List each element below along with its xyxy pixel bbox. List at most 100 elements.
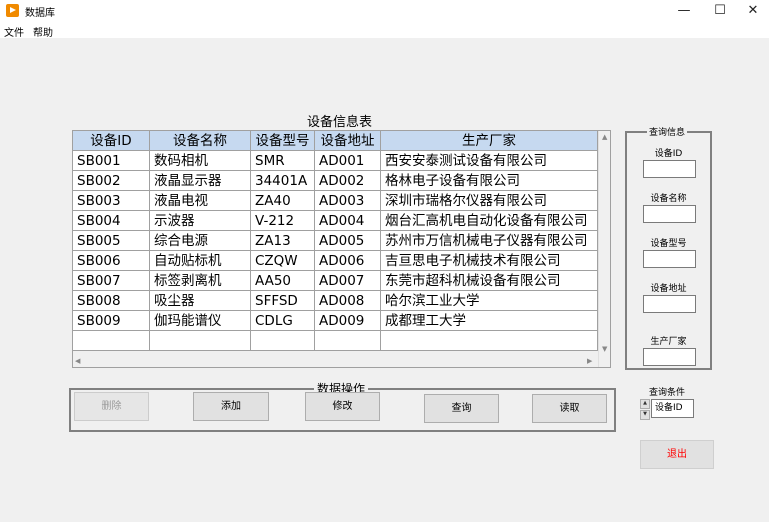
- column-header[interactable]: 设备型号: [251, 131, 315, 151]
- horizontal-scrollbar[interactable]: ◀ ▶: [73, 355, 598, 367]
- table-cell[interactable]: 液晶显示器: [150, 171, 251, 191]
- table-cell[interactable]: SMR: [251, 151, 315, 171]
- table-cell[interactable]: SFFSD: [251, 291, 315, 311]
- table-cell[interactable]: 格林电子设备有限公司: [381, 171, 598, 191]
- table-cell[interactable]: SB007: [73, 271, 150, 291]
- window-title: 数据库: [25, 8, 55, 19]
- query-info-legend: 查询信息: [649, 128, 686, 138]
- table-row[interactable]: SB001 数码相机 SMR AD001 西安安泰测试设备有限公司: [73, 151, 598, 171]
- modify-button[interactable]: 修改: [305, 392, 380, 421]
- table-cell[interactable]: [150, 331, 251, 351]
- table-row[interactable]: SB006 自动贴标机 CZQW AD006 吉亘思电子机械技术有限公司: [73, 251, 598, 271]
- condition-spinner[interactable]: ▲ ▼: [640, 399, 650, 420]
- table-cell[interactable]: AD009: [315, 311, 381, 331]
- table-cell[interactable]: AD002: [315, 171, 381, 191]
- scroll-left-icon[interactable]: ◀: [75, 357, 80, 365]
- scroll-up-icon[interactable]: ▲: [602, 133, 607, 141]
- table-cell[interactable]: CZQW: [251, 251, 315, 271]
- table-cell[interactable]: V-212: [251, 211, 315, 231]
- table-cell[interactable]: SB004: [73, 211, 150, 231]
- delete-button[interactable]: 删除: [74, 392, 149, 421]
- maximize-button[interactable]: ☐: [702, 0, 738, 22]
- table-cell[interactable]: 吸尘器: [150, 291, 251, 311]
- table-cell[interactable]: 成都理工大学: [381, 311, 598, 331]
- table-cell[interactable]: 东莞市超科机械设备有限公司: [381, 271, 598, 291]
- table-cell[interactable]: AD004: [315, 211, 381, 231]
- device-name-input[interactable]: [643, 205, 696, 223]
- menu-file[interactable]: 文件: [4, 24, 24, 39]
- table-row[interactable]: SB008 吸尘器 SFFSD AD008 哈尔滨工业大学: [73, 291, 598, 311]
- table-cell[interactable]: SB002: [73, 171, 150, 191]
- table-cell[interactable]: 苏州市万信机械电子仪器有限公司: [381, 231, 598, 251]
- app-icon: [6, 4, 19, 17]
- table-row[interactable]: [73, 331, 598, 351]
- column-header[interactable]: 设备ID: [73, 131, 150, 151]
- table-cell[interactable]: 吉亘思电子机械技术有限公司: [381, 251, 598, 271]
- exit-button[interactable]: 退出: [640, 440, 714, 469]
- spin-down-icon[interactable]: ▼: [640, 410, 650, 420]
- spin-up-icon[interactable]: ▲: [640, 399, 650, 409]
- device-model-input[interactable]: [643, 250, 696, 268]
- table-cell[interactable]: 数码相机: [150, 151, 251, 171]
- device-id-input[interactable]: [643, 160, 696, 178]
- manufacturer-input[interactable]: [643, 348, 696, 366]
- table-cell[interactable]: [251, 331, 315, 351]
- table-cell[interactable]: AD005: [315, 231, 381, 251]
- scroll-down-icon[interactable]: ▼: [602, 345, 607, 353]
- table-cell[interactable]: SB009: [73, 311, 150, 331]
- table-row[interactable]: SB003 液晶电视 ZA40 AD003 深圳市瑞格尔仪器有限公司: [73, 191, 598, 211]
- query-condition-select[interactable]: 设备ID: [651, 399, 694, 418]
- close-button[interactable]: ✕: [735, 0, 769, 22]
- minimize-button[interactable]: —: [666, 0, 702, 22]
- device-model-label: 设备型号: [650, 239, 687, 249]
- table-header: 设备ID 设备名称 设备型号 设备地址 生产厂家: [73, 131, 598, 151]
- table-cell[interactable]: 哈尔滨工业大学: [381, 291, 598, 311]
- table-cell[interactable]: 综合电源: [150, 231, 251, 251]
- table-row[interactable]: SB002 液晶显示器 34401A AD002 格林电子设备有限公司: [73, 171, 598, 191]
- table-cell[interactable]: 烟台汇高机电自动化设备有限公司: [381, 211, 598, 231]
- query-button[interactable]: 查询: [424, 394, 499, 423]
- device-address-input[interactable]: [643, 295, 696, 313]
- table-cell[interactable]: SB003: [73, 191, 150, 211]
- read-button[interactable]: 读取: [532, 394, 607, 423]
- manufacturer-label: 生产厂家: [650, 337, 687, 347]
- table-cell[interactable]: AD001: [315, 151, 381, 171]
- column-header[interactable]: 生产厂家: [381, 131, 598, 151]
- table-cell[interactable]: ZA40: [251, 191, 315, 211]
- table-cell[interactable]: 示波器: [150, 211, 251, 231]
- device-id-label: 设备ID: [654, 149, 683, 159]
- table-cell[interactable]: ZA13: [251, 231, 315, 251]
- table-row[interactable]: SB005 综合电源 ZA13 AD005 苏州市万信机械电子仪器有限公司: [73, 231, 598, 251]
- table-row[interactable]: SB007 标签剥离机 AA50 AD007 东莞市超科机械设备有限公司: [73, 271, 598, 291]
- table-cell[interactable]: 自动贴标机: [150, 251, 251, 271]
- table-cell[interactable]: 液晶电视: [150, 191, 251, 211]
- table-cell[interactable]: [381, 331, 598, 351]
- table-cell[interactable]: CDLG: [251, 311, 315, 331]
- table-cell[interactable]: SB008: [73, 291, 150, 311]
- table-cell[interactable]: AD003: [315, 191, 381, 211]
- table-cell[interactable]: 标签剥离机: [150, 271, 251, 291]
- table-cell[interactable]: 伽玛能谱仪: [150, 311, 251, 331]
- scroll-right-icon[interactable]: ▶: [587, 357, 592, 365]
- table-cell[interactable]: [315, 331, 381, 351]
- table-cell[interactable]: 西安安泰测试设备有限公司: [381, 151, 598, 171]
- table-cell[interactable]: AD007: [315, 271, 381, 291]
- table-row[interactable]: SB009 伽玛能谱仪 CDLG AD009 成都理工大学: [73, 311, 598, 331]
- device-table[interactable]: 设备ID 设备名称 设备型号 设备地址 生产厂家 SB001 数码相机 SMR AD0…: [72, 130, 611, 368]
- column-header[interactable]: 设备地址: [315, 131, 381, 151]
- table-cell[interactable]: 34401A: [251, 171, 315, 191]
- add-button[interactable]: 添加: [193, 392, 269, 421]
- table-cell[interactable]: SB006: [73, 251, 150, 271]
- table-row[interactable]: SB004 示波器 V-212 AD004 烟台汇高机电自动化设备有限公司: [73, 211, 598, 231]
- column-header[interactable]: 设备名称: [150, 131, 251, 151]
- table-cell[interactable]: SB005: [73, 231, 150, 251]
- table-cell[interactable]: AA50: [251, 271, 315, 291]
- vertical-scrollbar[interactable]: ▲ ▼: [598, 131, 610, 367]
- table-cell[interactable]: AD006: [315, 251, 381, 271]
- table-cell[interactable]: [73, 331, 150, 351]
- table-cell[interactable]: AD008: [315, 291, 381, 311]
- menu-help[interactable]: 帮助: [33, 24, 53, 39]
- menu-bar: 文件 帮助: [0, 22, 769, 39]
- table-cell[interactable]: SB001: [73, 151, 150, 171]
- table-cell[interactable]: 深圳市瑞格尔仪器有限公司: [381, 191, 598, 211]
